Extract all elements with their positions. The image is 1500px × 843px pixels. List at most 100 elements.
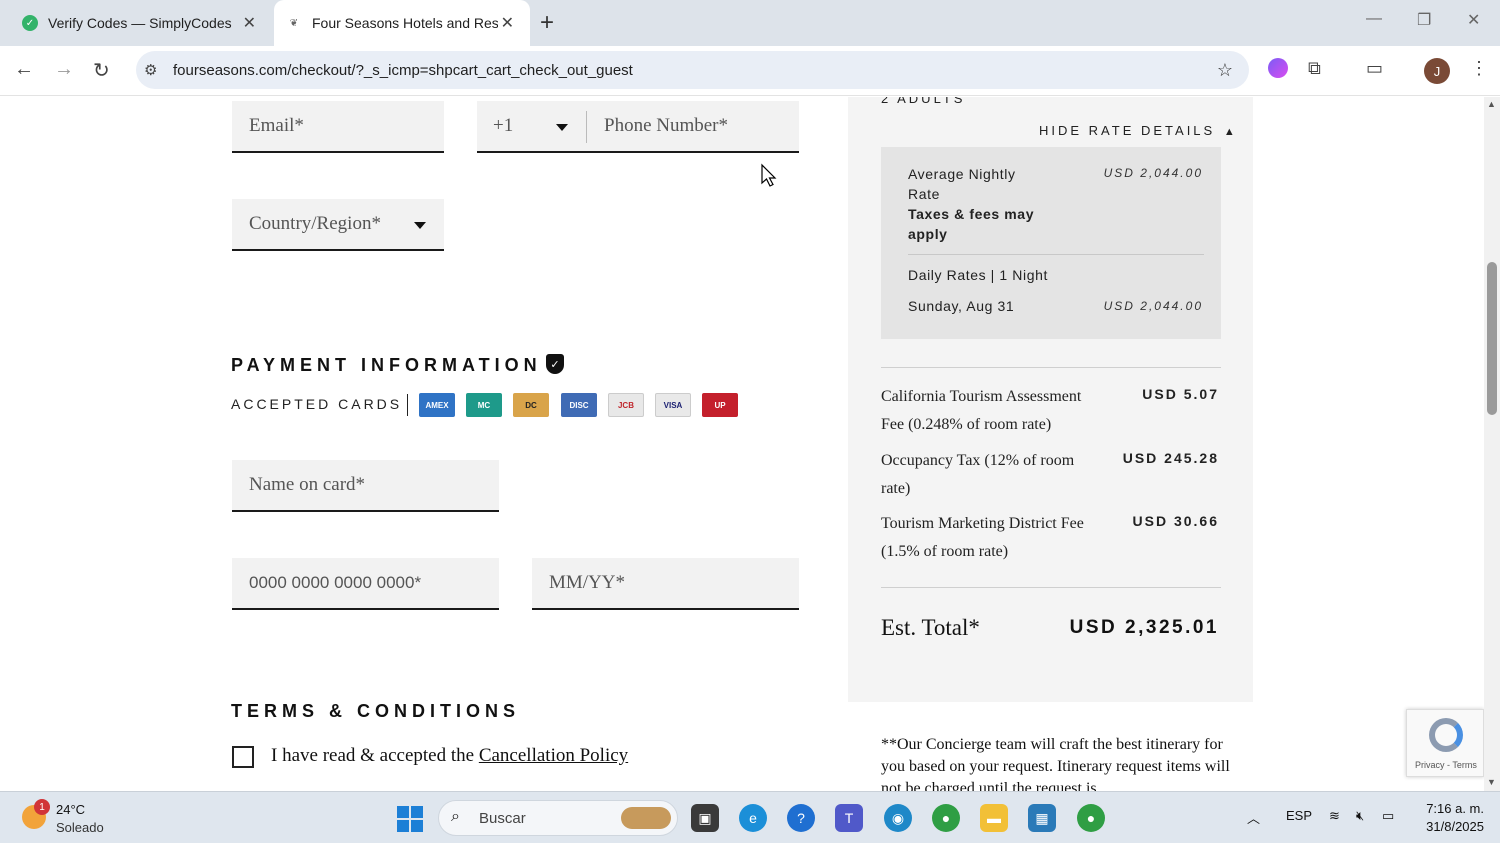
fee-label: Tourism Marketing District Fee (1.5% of … [881,515,1084,560]
close-window-icon[interactable]: ✕ [1467,10,1480,30]
taskbar-clock[interactable]: 7:16 a. m. 31/8/2025 [1426,800,1484,836]
minimize-icon[interactable]: — [1366,10,1382,28]
divider [908,254,1204,255]
mouse-cursor-icon [761,163,777,187]
fee-label: Occupancy Tax (12% of room rate) [881,452,1075,497]
fee-label: California Tourism Assessment Fee (0.248… [881,388,1082,433]
country-placeholder: Country/Region* [249,213,381,234]
cancellation-policy-link[interactable]: Cancellation Policy [479,745,628,766]
visa-card-icon: VISA [655,393,691,417]
concierge-note: **Our Concierge team will craft the best… [881,736,1230,791]
battery-icon[interactable]: ▭ [1382,808,1394,824]
daily-rates-label: Daily Rates | 1 Night [908,267,1048,283]
restore-icon[interactable]: ❐ [1417,10,1431,30]
chevron-down-icon [414,222,426,229]
date-value: USD 2,044.00 [1103,299,1203,313]
phone-number-input[interactable]: Phone Number* [604,115,728,137]
extensions-puzzle-icon[interactable]: ⧉ [1308,58,1321,79]
bookmark-star-icon[interactable]: ☆ [1217,60,1233,81]
file-explorer-icon[interactable]: ▬ [980,804,1008,832]
payment-heading: PAYMENT INFORMATION [231,355,542,375]
amex-card-icon: AMEX [419,393,455,417]
scroll-thumb[interactable] [1487,262,1497,415]
booking-summary: 2 ADULTS HIDE RATE DETAILS ▲ Average Nig… [848,97,1253,702]
scroll-up-icon[interactable]: ▲ [1487,99,1496,109]
help-icon[interactable]: ? [787,804,815,832]
tab-search-icon[interactable]: ▭ [1366,58,1383,79]
tab-title: Verify Codes — SimplyCodes [48,15,232,31]
back-icon[interactable]: ← [14,58,34,81]
avg-rate-value: USD 2,044.00 [1103,166,1203,180]
card-number-input[interactable]: 0000 0000 0000 0000* [232,558,499,610]
diners-club-card-icon: DC [513,393,549,417]
wifi-icon[interactable]: ≋ [1329,808,1340,824]
rate-details-box: Average Nightly Rate Taxes & fees may ap… [881,147,1221,339]
weather-description[interactable]: Soleado [56,820,104,835]
tab-simplycodes[interactable]: ✓ Verify Codes — SimplyCodes ✕ [22,0,272,46]
secure-shield-icon: ✓ [546,354,564,374]
clock-time: 7:16 a. m. [1426,801,1484,816]
four-seasons-favicon-icon: ❦ [289,17,299,29]
chrome-icon[interactable]: ● [932,804,960,832]
chrome-icon[interactable]: ● [1077,804,1105,832]
recaptcha-icon [1429,718,1463,752]
snipping-tool-icon[interactable]: ▦ [1028,804,1056,832]
teams-icon[interactable]: T [835,804,863,832]
expiry-input[interactable]: MM/YY* [532,558,799,610]
mastercard-card-icon: MC [466,393,502,417]
close-tab-icon[interactable]: ✕ [243,13,256,33]
chevron-up-icon: ▲ [1223,126,1238,138]
task-view-icon[interactable]: ▣ [691,804,719,832]
language-indicator[interactable]: ESP [1286,808,1312,823]
terms-label: I have read & accepted the Cancellation … [271,745,628,767]
forward-icon[interactable]: → [54,58,74,81]
email-placeholder: Email* [249,115,304,136]
hide-rate-details-toggle[interactable]: HIDE RATE DETAILS ▲ [1039,123,1238,138]
name-placeholder: Name on card* [249,474,366,495]
discover-card-icon: DISC [561,393,597,417]
profile-avatar[interactable]: J [1424,58,1450,84]
taskbar-search[interactable]: ⌕ Buscar [438,800,678,836]
terms-heading: TERMS & CONDITIONS [231,701,521,721]
page-scrollbar[interactable]: ▲ ▼ [1484,97,1500,791]
recaptcha-links[interactable]: Privacy - Terms [1415,760,1477,770]
edge-browser-icon[interactable]: e [739,804,767,832]
est-total-label: Est. Total* [881,615,980,640]
site-info-icon[interactable]: ⚙ [144,61,157,79]
name-on-card-input[interactable]: Name on card* [232,460,499,512]
card-number-placeholder: 0000 0000 0000 0000* [249,573,422,592]
app-icon[interactable]: ◉ [884,804,912,832]
extension-icon[interactable] [1268,58,1288,83]
terms-text: I have read & accepted the [271,745,479,766]
guests-count: 2 ADULTS [881,97,966,106]
reload-icon[interactable]: ↻ [93,58,110,83]
tab-four-seasons[interactable]: ❦ Four Seasons Hotels and Resorts ✕ [274,0,530,46]
scroll-down-icon[interactable]: ▼ [1487,777,1496,787]
divider [881,367,1221,368]
omnibox[interactable]: ⚙ fourseasons.com/checkout/?_s_icmp=shpc… [136,51,1249,89]
tab-title: Four Seasons Hotels and Resorts [312,15,498,31]
volume-muted-icon[interactable]: 🔇︎ [1356,808,1364,824]
divider [407,394,408,416]
toggle-label: HIDE RATE DETAILS [1039,123,1216,138]
accept-terms-checkbox[interactable] [232,746,254,768]
menu-kebab-icon[interactable]: ⋮ [1470,58,1488,79]
weather-temperature[interactable]: 24°C [56,802,85,817]
country-region-select[interactable]: Country/Region* [232,199,444,251]
simplycodes-favicon-icon: ✓ [22,15,38,31]
url-text[interactable]: fourseasons.com/checkout/?_s_icmp=shpcar… [173,62,633,79]
country-code-select[interactable]: +1 [493,115,513,137]
jcb-card-icon: JCB [608,393,644,417]
close-tab-icon[interactable]: ✕ [501,13,514,33]
taxes-note: Taxes & fees may apply [908,206,1035,242]
recaptcha-badge[interactable]: Privacy - Terms [1406,709,1484,777]
search-placeholder: Buscar [479,810,526,827]
chevron-up-icon[interactable]: ︿ [1247,808,1260,827]
search-highlight-image [621,807,671,829]
new-tab-icon[interactable]: + [540,9,554,37]
email-field[interactable]: Email* [232,101,444,153]
chevron-down-icon[interactable] [556,124,568,131]
tab-bar: ✓ Verify Codes — SimplyCodes ✕ ❦ Four Se… [0,0,1500,46]
fee-value: USD 30.66 [1132,513,1219,529]
start-windows-icon[interactable] [397,806,423,832]
